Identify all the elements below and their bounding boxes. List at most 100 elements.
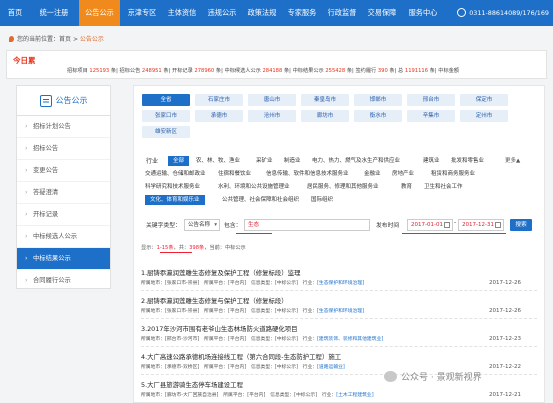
industry-hospitality[interactable]: 住宿和餐饮业	[218, 169, 251, 179]
industry-water-env[interactable]: 水利、环境和公共设施管理业	[218, 182, 290, 192]
results-range: 1-15条	[156, 245, 174, 251]
industry-utilities[interactable]: 电力、热力、燃气及水生产和供应业	[312, 156, 400, 166]
nav-item-violations[interactable]: 违规公示	[202, 0, 242, 26]
industry-retail[interactable]: 批发和零售业	[451, 156, 484, 166]
sidebar-title: 公告公示	[55, 96, 88, 105]
result-meta: 所属地市：[邢台市-沙河市] 所属平台：[平台内] 信息类型：[中标公示] 行业…	[141, 337, 384, 342]
result-title[interactable]: 3.2017年沙河市围有老爷山生态林场防火道路硬化项目	[141, 324, 537, 333]
results-underline	[160, 252, 192, 253]
industry-finance[interactable]: 金融业	[364, 169, 381, 179]
list-item[interactable]: 4.大广高速公路承德机场连接线工程（第六合同段-生态防护工程）施工 所属地市：[…	[141, 352, 537, 375]
results-total: 398条	[189, 245, 205, 251]
breadcrumb: 您的当前位置：首页 > 公告公示	[9, 34, 104, 43]
region-all[interactable]: 全省	[142, 94, 190, 106]
region-tangshan[interactable]: 唐山市	[248, 94, 296, 106]
industry-mining[interactable]: 采矿业	[256, 156, 273, 166]
region-xinji[interactable]: 辛集市	[407, 110, 455, 122]
result-title[interactable]: 2.厨铸忝瀛润莲雕生态修复与保护工程（修复标段）	[141, 296, 537, 305]
nav-item-announcements[interactable]: 公告公示	[79, 0, 120, 26]
industry-label: 行业	[146, 158, 159, 165]
nav-item-policy[interactable]: 政策法规	[242, 0, 282, 26]
sidebar-item-opening-record[interactable]: 开标记录	[17, 204, 110, 226]
result-date: 2017-12-23	[489, 336, 521, 342]
list-item[interactable]: 2.厨铸忝瀛润莲雕生态修复与保护工程（修复标段） 所属地市：[张家口市-崇县] …	[141, 296, 537, 319]
industry-resident-services[interactable]: 居民服务、修理和其他服务业	[307, 182, 379, 192]
nav-item-home[interactable]: 首页	[0, 0, 30, 26]
keyword-input[interactable]: 生态	[244, 219, 370, 231]
sidebar-item-results[interactable]: 中标结果公示	[17, 248, 110, 270]
industry-leasing[interactable]: 租赁和商务服务业	[431, 169, 475, 179]
results-info: 显示：1-15条，共：398条，当前：中标公示	[141, 245, 246, 251]
result-date: 2017-12-26	[489, 280, 521, 286]
date-from-input[interactable]: 2017-01-01	[407, 219, 453, 231]
nav-item-service[interactable]: 服务中心	[402, 0, 444, 26]
region-dingzhou[interactable]: 定州市	[460, 110, 508, 122]
nav-item-credit[interactable]: 主体资信	[162, 0, 202, 26]
watermark: 公众号 · 景观新视界	[384, 370, 482, 383]
calendar-icon	[495, 222, 501, 228]
sidebar-item-contract[interactable]: 合同履行公示	[17, 270, 110, 292]
nav-item-register[interactable]: 统一注册	[32, 0, 76, 26]
keyword-underline	[236, 233, 272, 234]
industry-public-admin[interactable]: 公共管理、社会保障和社会组织	[222, 195, 299, 205]
industry-research[interactable]: 科学研究和技术服务业	[145, 182, 200, 192]
region-qinhuangdao[interactable]: 秦皇岛市	[301, 94, 349, 106]
sidebar-item-bid-notice[interactable]: 招标公告	[17, 138, 110, 160]
sidebar-item-bid-plan[interactable]: 招标计划公告	[17, 116, 110, 138]
list-item[interactable]: 1.厨铸忝瀛润莲雕生态修复及保护工程（修复标段）监理 所属地市：[张家口市-崇县…	[141, 268, 537, 291]
sidebar-item-change-notice[interactable]: 变更公告	[17, 160, 110, 182]
nav-item-guarantee[interactable]: 交易保障	[362, 0, 402, 26]
wechat-icon	[384, 371, 397, 382]
date-to-input[interactable]: 2017-12-31	[458, 219, 504, 231]
phone-icon	[457, 8, 467, 17]
region-hengshui[interactable]: 衡水市	[354, 110, 402, 122]
industry-transport[interactable]: 交通运输、仓储和邮政业	[145, 169, 206, 179]
region-cangzhou[interactable]: 沧州市	[248, 110, 296, 122]
nav-item-supervision[interactable]: 行政监督	[322, 0, 362, 26]
stat-value: 1191116	[404, 68, 428, 74]
breadcrumb-home[interactable]: 首页	[59, 36, 71, 43]
search-button[interactable]: 搜索	[510, 219, 532, 231]
industry-health[interactable]: 卫生和社会工作	[424, 182, 463, 192]
region-xiongan[interactable]: 雄安新区	[142, 126, 190, 138]
date-label: 发布时间	[376, 223, 400, 229]
nav-item-beijing-tianjin[interactable]: 京津专区	[122, 0, 162, 26]
industry-it[interactable]: 信息传输、软件和信息技术服务业	[266, 169, 349, 179]
industry-international[interactable]: 国际组织	[311, 195, 333, 205]
today-label: 今日累	[13, 56, 36, 65]
sidebar-item-candidates[interactable]: 中标候选人公示	[17, 226, 110, 248]
sidebar-item-qa[interactable]: 答疑澄清	[17, 182, 110, 204]
today-stats-line: 招标项目 125193 条| 招标公告 248951 条| 开标记录 27896…	[67, 68, 460, 74]
industry-more-toggle[interactable]: 更多▲	[505, 156, 520, 164]
industry-all[interactable]: 全部	[168, 156, 190, 166]
industry-agriculture[interactable]: 农、林、牧、渔业	[196, 156, 240, 166]
sidebar-header: 公告公示	[17, 86, 110, 116]
result-date: 2017-12-21	[489, 392, 521, 398]
result-date: 2017-12-26	[489, 308, 521, 314]
region-chengde[interactable]: 承德市	[195, 110, 243, 122]
stat-value: 248951	[141, 68, 162, 74]
list-icon	[39, 94, 52, 107]
industry-manufacturing[interactable]: 制造业	[284, 156, 301, 166]
breadcrumb-sep: >	[72, 36, 78, 43]
list-item[interactable]: 3.2017年沙河市围有老爷山生态林场防火道路硬化项目 所属地市：[邢台市-沙河…	[141, 324, 537, 347]
industry-culture-sports[interactable]: 文化、体育和娱乐业	[145, 195, 205, 205]
region-langfang[interactable]: 廊坊市	[301, 110, 349, 122]
calendar-icon	[444, 222, 450, 228]
region-handan[interactable]: 邯郸市	[354, 94, 402, 106]
result-title[interactable]: 1.厨铸忝瀛润莲雕生态修复及保护工程（修复标段）监理	[141, 268, 537, 277]
keyword-type-select[interactable]: 公告名称 ▾	[184, 219, 220, 231]
keyword-type-label: 关键字类型：	[146, 223, 181, 229]
industry-realestate[interactable]: 房地产业	[392, 169, 414, 179]
stat-value: 255428	[325, 68, 346, 74]
industry-construction[interactable]: 建筑业	[423, 156, 440, 166]
top-nav: 首页 统一注册 公告公示 京津专区 主体资信 违规公示 政策法规 专家服务 行政…	[0, 0, 553, 26]
stat-value: 390	[377, 68, 388, 74]
region-baoding[interactable]: 保定市	[460, 94, 508, 106]
region-shijiazhuang[interactable]: 石家庄市	[195, 94, 243, 106]
nav-item-experts[interactable]: 专家服务	[282, 0, 322, 26]
industry-education[interactable]: 教育	[401, 182, 412, 192]
result-title[interactable]: 4.大广高速公路承德机场连接线工程（第六合同段-生态防护工程）施工	[141, 352, 537, 361]
region-xingtai[interactable]: 邢台市	[407, 94, 455, 106]
region-zhangjiakou[interactable]: 张家口市	[142, 110, 190, 122]
